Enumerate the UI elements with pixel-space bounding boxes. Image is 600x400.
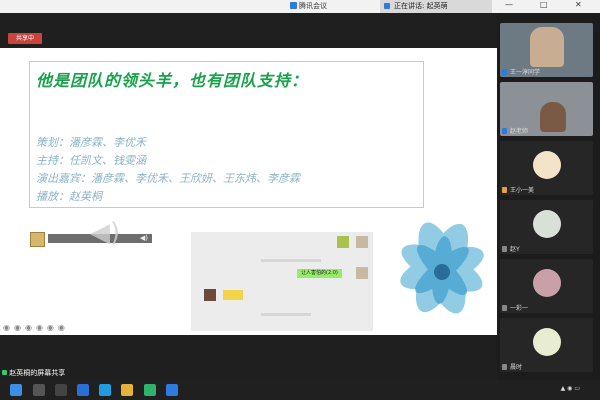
- participant-video: [540, 102, 566, 132]
- participant-name: 一彩一: [510, 305, 529, 312]
- volume-icon[interactable]: ◀): [140, 234, 148, 243]
- system-tray[interactable]: ▲ ◉ ▭: [561, 385, 580, 392]
- participant-avatar: [533, 328, 561, 356]
- chat-avatar: [356, 236, 368, 248]
- close-button[interactable]: ✕: [575, 0, 582, 9]
- mic-icon: [502, 364, 507, 370]
- mic-icon: [502, 305, 507, 311]
- slide-credits: 策划：潘彦霖、李优禾 主持：任凯文、钱雯涵 演出嘉宾：潘彦霖、李优禾、王欣妍、王…: [36, 134, 300, 206]
- participant-tile[interactable]: 赵Y: [500, 200, 593, 254]
- app-icon: [290, 2, 297, 9]
- chat-avatar: [356, 267, 368, 279]
- chat-sticker: [223, 290, 243, 300]
- chat-timestamp: [261, 313, 311, 316]
- participants-panel: 王一淳同学 赵老师 王小一美 赵Y 一彩一 晨时: [497, 13, 600, 380]
- participant-tile[interactable]: 王小一美: [500, 141, 593, 195]
- credit-line: 演出嘉宾：潘彦霖、李优禾、王欣妍、王东炜、李彦霖: [36, 172, 300, 185]
- flower-decoration: [400, 222, 484, 314]
- speaker-icon: [384, 3, 390, 9]
- window-title: 腾讯会议: [290, 1, 327, 11]
- mic-icon: [502, 69, 507, 75]
- search-icon[interactable]: [33, 384, 45, 396]
- browser-icon[interactable]: [99, 384, 111, 396]
- participant-name: 王小一美: [510, 187, 535, 194]
- window-titlebar: 腾讯会议 正在讲话: 起英萌 — □ ✕: [0, 0, 600, 13]
- sharing-badge: 共享中: [8, 33, 42, 44]
- speaking-indicator-tab[interactable]: 正在讲话: 起英萌: [380, 0, 492, 13]
- taskview-icon[interactable]: [55, 384, 67, 396]
- presentation-slide: 他是团队的领头羊，也有团队支持： 策划：潘彦霖、李优禾 主持：任凯文、钱雯涵 演…: [0, 48, 497, 335]
- participant-name: 赵老师: [510, 128, 529, 135]
- participant-tile[interactable]: 赵老师: [500, 82, 593, 136]
- mic-icon: [502, 246, 507, 252]
- participant-avatar: [533, 210, 561, 238]
- speaking-label: 正在讲话: 起英萌: [394, 2, 448, 10]
- folder-icon[interactable]: [121, 384, 133, 396]
- chat-screenshot: 让人害怕的(2.0): [191, 232, 373, 331]
- audio-file-icon[interactable]: [30, 232, 45, 247]
- participant-name: 晨时: [510, 364, 523, 371]
- participant-avatar: [533, 269, 561, 297]
- wechat-icon[interactable]: [144, 384, 156, 396]
- screen-share-status: 赵英桐的屏幕共享: [2, 368, 65, 378]
- mic-icon: [502, 128, 507, 134]
- speaker-overlay-icon: ◀): [90, 218, 121, 248]
- status-icon: [2, 370, 7, 375]
- chat-avatar: [337, 236, 349, 248]
- chat-avatar: [204, 289, 216, 301]
- participant-avatar: [533, 151, 561, 179]
- os-taskbar: ▲ ◉ ▭: [0, 380, 600, 400]
- chat-bubble: 让人害怕的(2.0): [297, 269, 342, 278]
- edge-icon[interactable]: [77, 384, 89, 396]
- minimize-button[interactable]: —: [505, 0, 513, 9]
- slide-controls[interactable]: ◉◉◉◉◉◉: [3, 323, 69, 332]
- participant-tile[interactable]: 王一淳同学: [500, 23, 593, 77]
- participant-video: [530, 27, 564, 67]
- participant-tile[interactable]: 晨时: [500, 318, 593, 372]
- participant-name: 赵Y: [510, 246, 520, 253]
- chat-timestamp: [261, 259, 321, 262]
- start-icon[interactable]: [10, 384, 22, 396]
- participant-name: 王一淳同学: [510, 69, 541, 76]
- meeting-app-icon[interactable]: [166, 384, 178, 396]
- maximize-button[interactable]: □: [540, 0, 548, 9]
- participant-tile[interactable]: 一彩一: [500, 259, 593, 313]
- credit-line: 主持：任凯文、钱雯涵: [36, 154, 146, 167]
- mic-icon: [502, 187, 507, 193]
- slide-headline: 他是团队的领头羊，也有团队支持：: [36, 71, 309, 90]
- credit-line: 策划：潘彦霖、李优禾: [36, 136, 146, 149]
- credit-line: 播放：赵英桐: [36, 190, 102, 203]
